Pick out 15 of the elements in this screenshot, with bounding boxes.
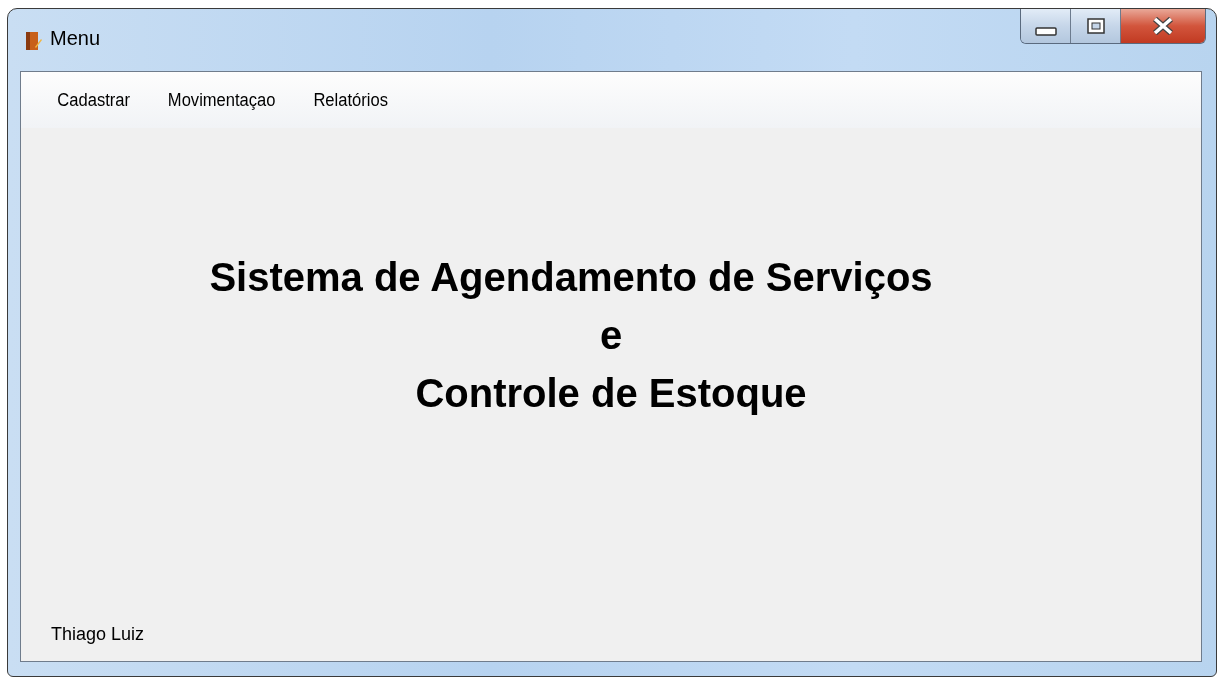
- window-title: Menu: [50, 27, 101, 50]
- close-icon: [1152, 17, 1174, 35]
- heading-line: Sistema de Agendamento de Serviços: [209, 254, 933, 301]
- heading-line: Controle de Estoque: [415, 370, 807, 417]
- menu-item[interactable]: Cadastrar: [45, 85, 146, 115]
- menu-item[interactable]: Relatórios: [301, 85, 404, 115]
- menu-item[interactable]: Movimentaçao: [155, 85, 292, 115]
- minimize-icon: [1034, 27, 1057, 37]
- maximize-icon: [1086, 18, 1105, 34]
- minimize-button[interactable]: [1021, 9, 1071, 43]
- heading-line: e: [599, 312, 623, 359]
- author-label: Thiago Luiz: [51, 624, 146, 645]
- maximize-button[interactable]: [1071, 9, 1121, 43]
- app-icon: [26, 31, 42, 51]
- close-button[interactable]: [1121, 9, 1205, 43]
